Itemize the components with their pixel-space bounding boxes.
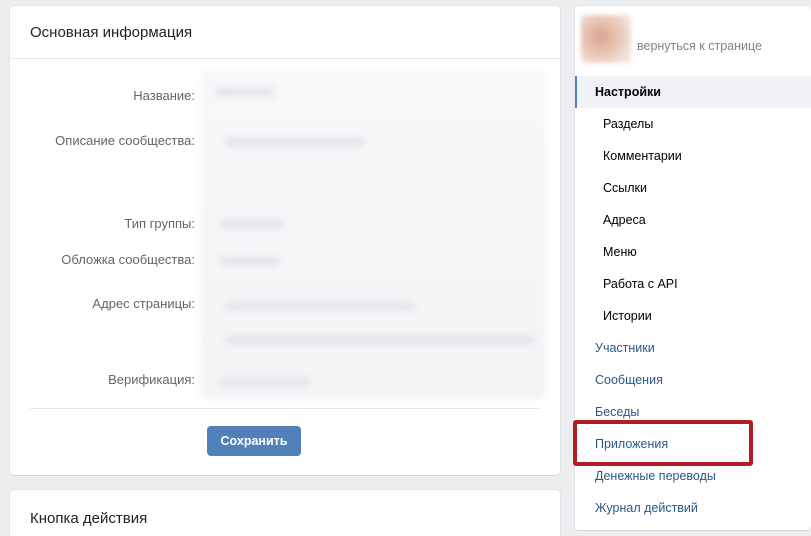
basic-info-card: Основная информация Название: Описание с… — [10, 6, 560, 475]
field-label-group-type: Тип группы: — [124, 216, 195, 231]
blurred-verification-value — [220, 377, 310, 387]
menu-item-api[interactable]: Работа с API — [575, 268, 811, 300]
field-label-cover: Обложка сообщества: — [61, 252, 195, 267]
field-label-address: Адрес страницы: — [92, 296, 195, 311]
menu-item-messages[interactable]: Сообщения — [575, 364, 811, 396]
field-label-verification: Верификация: — [108, 372, 195, 387]
menu-item-menu[interactable]: Меню — [575, 236, 811, 268]
settings-menu: Настройки Разделы Комментарии Ссылки Адр… — [575, 76, 811, 524]
blurred-address-value — [225, 301, 415, 311]
menu-item-members[interactable]: Участники — [575, 332, 811, 364]
blurred-cover-value — [220, 256, 280, 266]
menu-item-chats[interactable]: Беседы — [575, 396, 811, 428]
field-label-name: Название: — [133, 88, 195, 103]
menu-item-stories[interactable]: Истории — [575, 300, 811, 332]
menu-item-action-log[interactable]: Журнал действий — [575, 492, 811, 524]
blurred-name-value — [215, 87, 275, 97]
field-label-description: Описание сообщества: — [55, 133, 195, 148]
menu-item-links[interactable]: Ссылки — [575, 172, 811, 204]
blurred-address-hint — [225, 335, 535, 345]
action-button-title: Кнопка действия — [30, 509, 148, 527]
menu-item-apps[interactable]: Приложения — [575, 428, 811, 460]
menu-item-comments[interactable]: Комментарии — [575, 140, 811, 172]
community-avatar — [581, 15, 631, 63]
basic-info-title: Основная информация — [10, 6, 560, 59]
menu-item-sections[interactable]: Разделы — [575, 108, 811, 140]
blurred-field-values — [200, 71, 546, 399]
menu-item-settings[interactable]: Настройки — [575, 76, 811, 108]
action-button-card: Кнопка действия — [10, 490, 560, 536]
back-to-page-link[interactable]: вернуться к странице — [575, 6, 811, 72]
blurred-description-value — [225, 137, 365, 147]
menu-item-money-transfers[interactable]: Денежные переводы — [575, 460, 811, 492]
settings-side-menu: вернуться к странице Настройки Разделы К… — [575, 6, 811, 530]
form-divider — [30, 408, 540, 409]
blurred-group-type-value — [220, 219, 285, 229]
menu-item-addresses[interactable]: Адреса — [575, 204, 811, 236]
save-button[interactable]: Сохранить — [207, 426, 301, 456]
back-to-page-label: вернуться к странице — [637, 39, 762, 53]
